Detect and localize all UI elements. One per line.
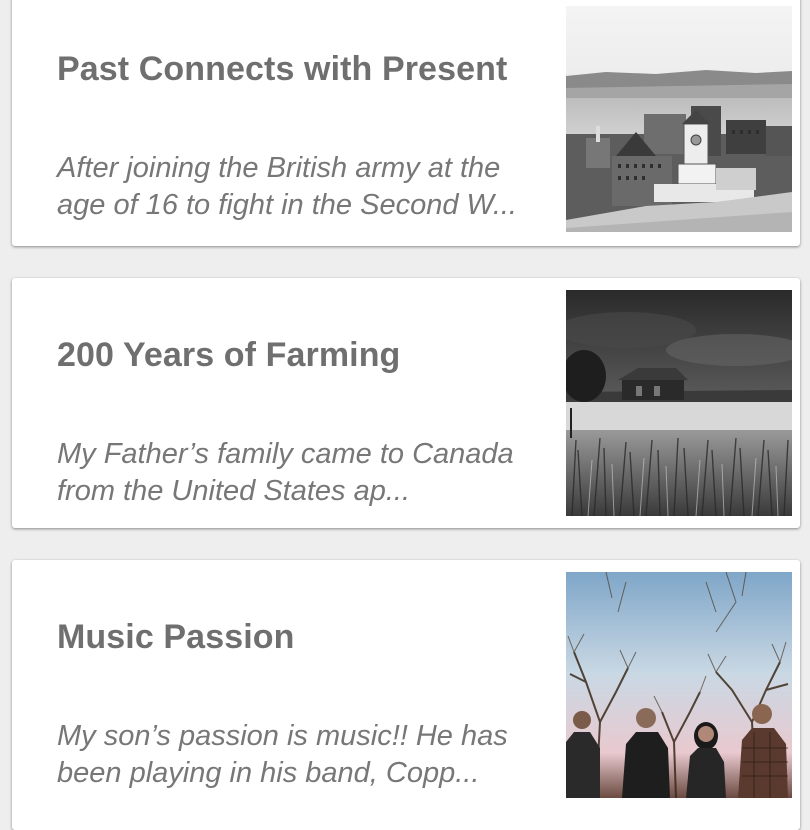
story-thumbnail[interactable] bbox=[566, 290, 792, 516]
story-card[interactable]: 200 Years of Farming My Father’s family … bbox=[12, 278, 800, 528]
story-excerpt: My son’s passion is music!! He has been … bbox=[57, 720, 508, 789]
story-card[interactable]: Music Passion My son’s passion is music!… bbox=[12, 560, 800, 830]
story-card[interactable]: Past Connects with Present After joining… bbox=[12, 0, 800, 246]
story-feed: Past Connects with Present After joining… bbox=[0, 0, 810, 830]
band-in-trees-photo bbox=[566, 572, 792, 798]
story-title[interactable]: Music Passion bbox=[57, 618, 295, 657]
story-title[interactable]: Past Connects with Present bbox=[57, 50, 507, 89]
story-excerpt: My Father’s family came to Canada from t… bbox=[57, 438, 514, 507]
story-thumbnail[interactable] bbox=[566, 6, 792, 232]
old-city-harbour-photo bbox=[566, 6, 792, 232]
story-thumbnail[interactable] bbox=[566, 572, 792, 798]
story-title[interactable]: 200 Years of Farming bbox=[57, 336, 400, 375]
story-excerpt: After joining the British army at the ag… bbox=[57, 152, 517, 221]
farm-barn-field-photo bbox=[566, 290, 792, 516]
